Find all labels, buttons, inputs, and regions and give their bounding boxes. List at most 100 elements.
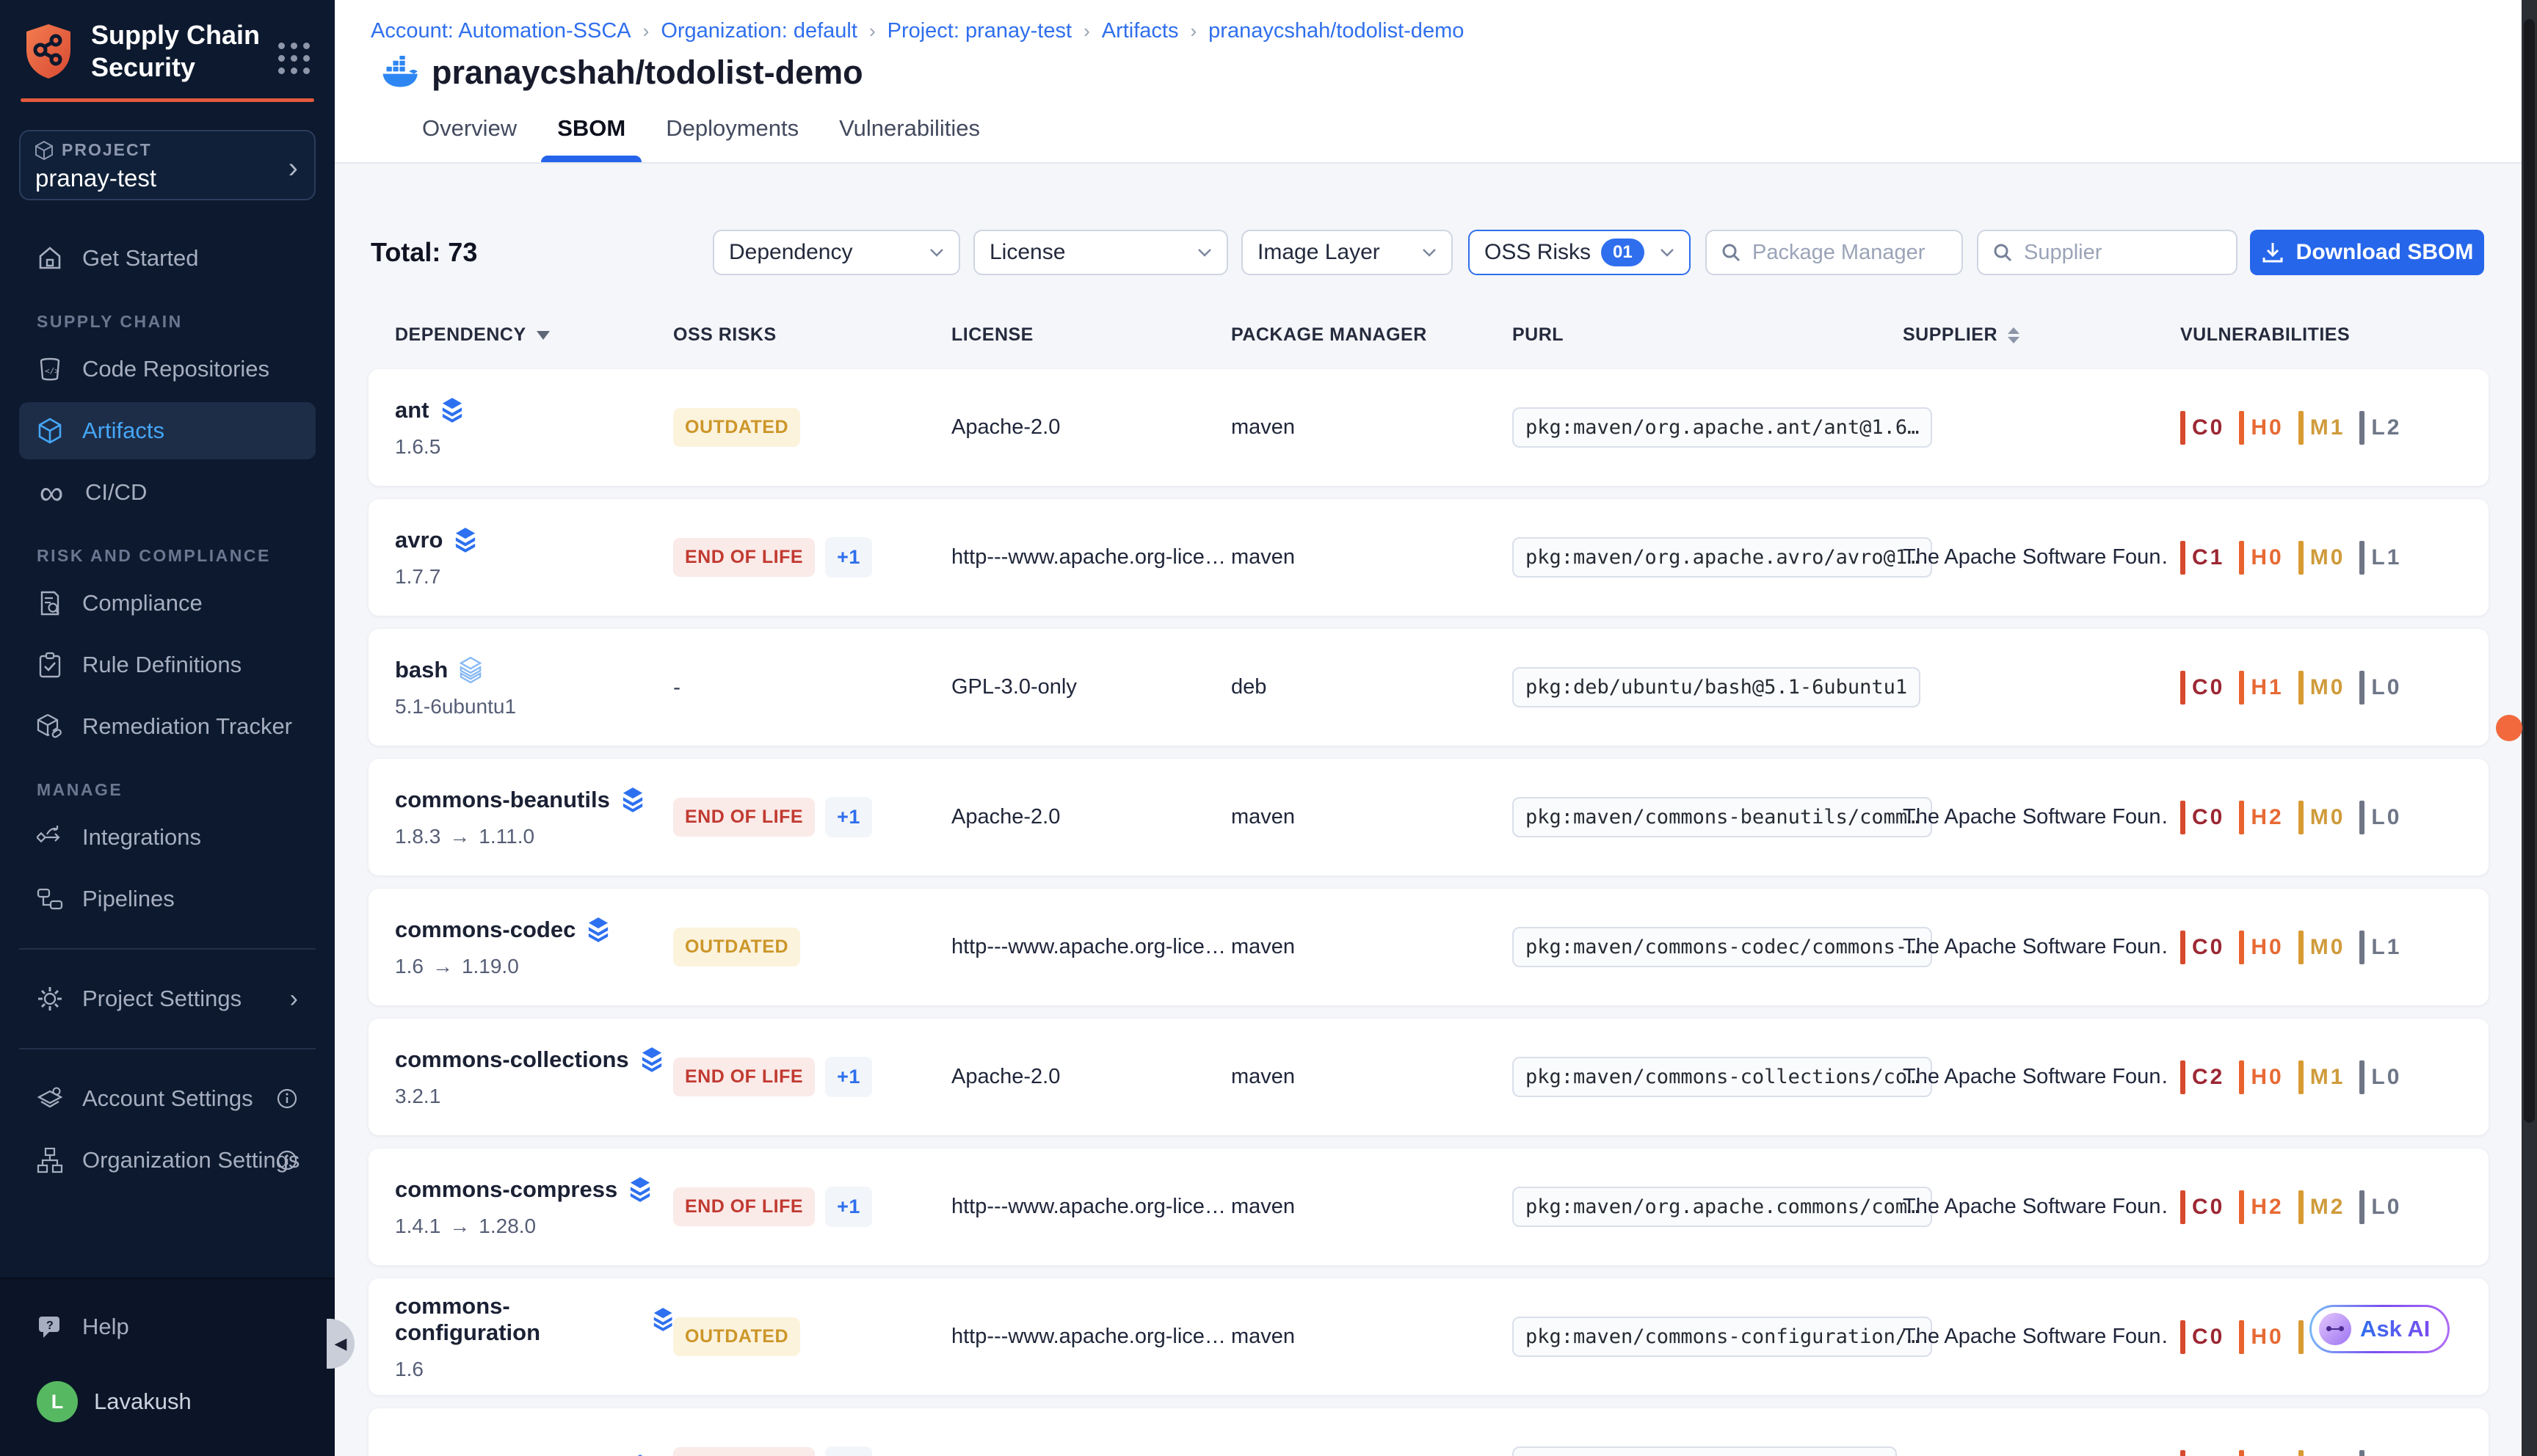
shield-logo-icon [22,22,75,81]
supplier-cell: The Apache Software Foun… [1903,1325,2167,1349]
oss-risk-badge-eol: END OF LIFE [673,538,815,577]
user-menu[interactable]: L Lavakush [19,1373,316,1430]
table-row[interactable]: commons-compress 1.4.1→1.28.0 END OF LIF… [369,1149,2489,1265]
sidebar-item-rule-definitions[interactable]: Rule Definitions [19,636,316,694]
integrations-icon [37,824,63,851]
sidebar-item-get-started[interactable]: Get Started [19,230,316,287]
oss-risk-badge-eol: END OF LIFE [673,1447,815,1456]
breadcrumb-artifacts[interactable]: Artifacts [1102,19,1179,43]
table-row[interactable]: ant 1.6.5 OUTDATED Apache-2.0 maven pkg:… [369,369,2489,486]
org-chart-icon [37,1147,63,1173]
sidebar-item-code-repositories[interactable]: </> Code Repositories [19,341,316,398]
layers-icon [629,1454,651,1456]
package-manager-search[interactable] [1705,230,1963,275]
select-value: Image Layer [1257,240,1380,265]
search-icon [1992,241,2014,263]
ai-bot-icon [2319,1313,2351,1345]
breadcrumb-organization[interactable]: Organization: default [661,19,857,43]
package-manager-cell: maven [1231,805,1512,829]
oss-risk-badge-plus[interactable]: +1 [825,1057,872,1097]
vuln-count-C: C2 [2180,1060,2224,1094]
dependency-filter-select[interactable]: Dependency [713,230,960,275]
table-row[interactable]: commons-codec 1.6→1.19.0 OUTDATED http--… [369,889,2489,1005]
download-label: Download SBOM [2296,240,2474,265]
app-switcher-icon[interactable] [278,43,310,74]
table-row[interactable]: commons-fileupload END OF LIFE+1 Apache-… [369,1408,2489,1456]
clipboard-check-icon [37,652,63,678]
table-row[interactable]: commons-beanutils 1.8.3→1.11.0 END OF LI… [369,759,2489,876]
oss-risks-cell: OUTDATED [673,928,951,967]
supplier-search[interactable] [1977,230,2237,275]
brand-accent-line [21,98,314,102]
sidebar-item-account-settings[interactable]: Account Settings [19,1070,316,1127]
license-filter-select[interactable]: License [973,230,1228,275]
sidebar-item-label: Integrations [82,824,201,851]
vuln-count-H: H0 [2239,1060,2283,1094]
oss-risks-cell: END OF LIFE +1 [673,537,951,578]
oss-risk-badge-plus[interactable]: +1 [825,1446,872,1456]
table-row[interactable]: bash 5.1-6ubuntu1 - GPL-3.0-only deb pkg… [369,629,2489,746]
breadcrumb-account[interactable]: Account: Automation-SSCA [371,19,631,43]
code-repo-icon: </> [37,356,63,382]
vuln-count-C: C1 [2180,541,2224,575]
oss-risks-cell: END OF LIFE+1 [673,1187,951,1227]
oss-risk-badge-plus[interactable]: +1 [825,797,872,837]
package-manager-search-input[interactable] [1752,241,1948,265]
select-value: OSS Risks [1484,240,1591,265]
sidebar-item-label: Compliance [82,590,203,616]
sidebar-item-remediation-tracker[interactable]: Remediation Tracker [19,698,316,755]
oss-risk-badge-eol: END OF LIFE [673,1058,815,1096]
oss-risk-badge-plus[interactable]: +1 [825,1187,872,1227]
table-row[interactable]: avro 1.7.7 END OF LIFE+1 http---www.apac… [369,499,2489,616]
vuln-count-L: L1 [2359,541,2401,575]
oss-risk-badge-plus[interactable]: +1 [825,537,872,578]
breadcrumb-project[interactable]: Project: pranay-test [888,19,1072,43]
table-row[interactable]: commons-configuration 1.6 OUTDATED http-… [369,1278,2489,1395]
vuln-count-M: M1 [2298,1060,2345,1094]
avatar: L [37,1381,78,1422]
sidebar-item-label: Organization Settings [82,1147,300,1173]
image-layer-filter-select[interactable]: Image Layer [1241,230,1453,275]
download-sbom-button[interactable]: Download SBOM [2250,230,2484,275]
dependency-version: 1.7.7 [395,565,673,589]
sidebar-footer: ? Help L Lavakush [0,1278,335,1456]
vuln-count-M: M2 [2298,1190,2345,1224]
tab-sbom[interactable]: SBOM [557,115,625,162]
sidebar-item-label: Project Settings [82,986,242,1012]
info-icon[interactable] [276,1088,298,1110]
tab-overview[interactable]: Overview [422,115,517,162]
tab-deployments[interactable]: Deployments [666,115,799,162]
sidebar-item-help[interactable]: ? Help [19,1298,316,1355]
sort-desc-icon [537,331,550,340]
sidebar-item-pipelines[interactable]: Pipelines [19,870,316,928]
tab-vulnerabilities[interactable]: Vulnerabilities [839,115,980,162]
dependency-cell: ant 1.6.5 [395,397,673,459]
dependency-name: commons-collections [395,1046,629,1073]
sidebar-item-organization-settings[interactable]: Organization Settings [19,1132,316,1189]
project-selector[interactable]: PROJECT pranay-test › [19,130,316,200]
vuln-count-C: C0 [2180,671,2224,705]
supplier-search-input[interactable] [2024,241,2223,265]
col-purl: PURL [1512,324,1903,346]
oss-risk-badge-outdated: OUTDATED [673,928,800,967]
sidebar-item-integrations[interactable]: Integrations [19,809,316,866]
dependency-name: avro [395,527,443,553]
scrollbar-thumb[interactable] [2524,19,2535,1123]
sidebar-item-compliance[interactable]: Compliance [19,575,316,632]
col-dependency[interactable]: DEPENDENCY [395,324,673,346]
sidebar-item-project-settings[interactable]: Project Settings › [19,970,316,1027]
col-supplier[interactable]: SUPPLIER [1903,324,2180,346]
sort-icon [2008,327,2019,343]
info-icon[interactable] [276,1149,298,1171]
table-row[interactable]: commons-collections 3.2.1 END OF LIFE+1 … [369,1019,2489,1135]
svg-text:</>: </> [45,366,59,376]
sidebar-item-artifacts[interactable]: Artifacts [19,402,316,459]
vuln-count-L: L0 [2359,671,2401,705]
dependency-name: bash [395,657,448,683]
ask-ai-button[interactable]: Ask AI [2309,1305,2450,1353]
sidebar-item-cicd[interactable]: ∞ CI/CD [19,464,316,521]
dependency-name: commons-configuration [395,1293,641,1346]
oss-risks-filter-select[interactable]: OSS Risks 01 [1468,230,1691,275]
vuln-count-H: H0 [2239,541,2283,575]
package-manager-cell: maven [1231,1065,1512,1089]
